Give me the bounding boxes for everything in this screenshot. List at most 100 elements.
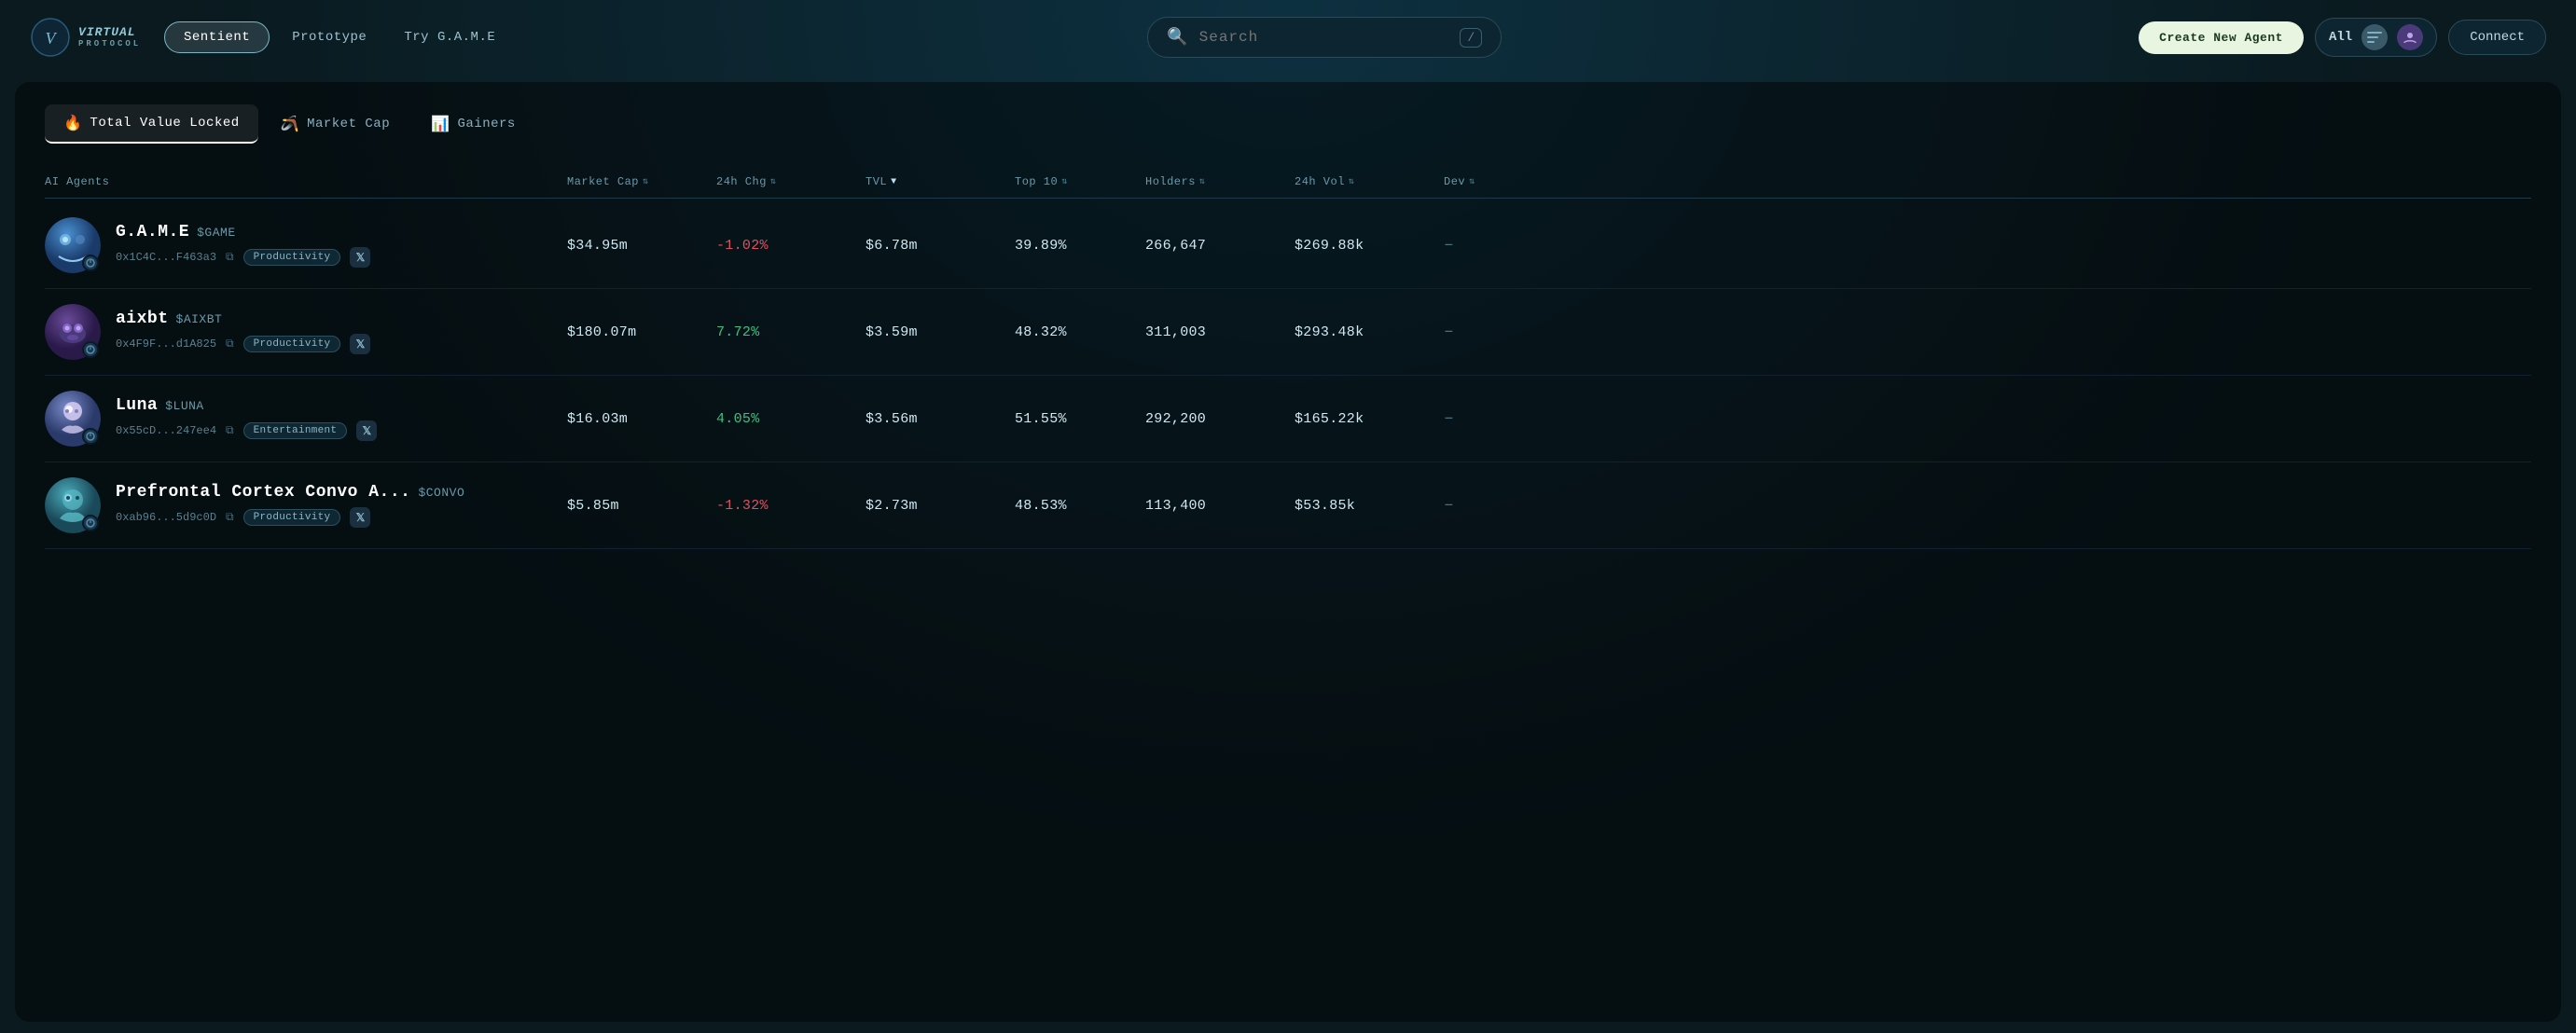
vol-24h-aixbt: $293.48k	[1295, 324, 1444, 340]
twitter-icon-game[interactable]: 𝕏	[350, 247, 370, 268]
create-agent-button[interactable]: Create New Agent	[2139, 21, 2304, 54]
dev-aixbt: –	[1444, 323, 1537, 341]
tabs: 🔥 Total Value Locked 🪃 Market Cap 📊 Gain…	[45, 104, 2531, 144]
logo-text-line2: PROTOCOL	[78, 39, 141, 49]
search-input[interactable]	[1199, 29, 1449, 46]
agent-address-convo: 0xab96...5d9c0D	[116, 511, 216, 524]
col-header-agents: AI Agents	[45, 175, 567, 188]
agent-ticker-aixbt: $AIXBT	[176, 312, 223, 326]
vol-24h-game: $269.88k	[1295, 238, 1444, 254]
tab-gainers[interactable]: 📊 Gainers	[412, 104, 534, 144]
header: V Virtual PROTOCOL Sentient Prototype Tr…	[0, 0, 2576, 75]
tab-tvl[interactable]: 🔥 Total Value Locked	[45, 104, 258, 144]
col-vol24h-label: 24h Vol	[1295, 175, 1345, 188]
col-tvl-label: TVL	[866, 175, 887, 188]
table-row[interactable]: Prefrontal Cortex Convo A... $CONVO 0xab…	[45, 462, 2531, 549]
tab-marketcap[interactable]: 🪃 Market Cap	[262, 104, 409, 144]
holders-aixbt: 311,003	[1145, 324, 1295, 340]
logo-icon: V	[30, 17, 71, 58]
agent-address-game: 0x1C4C...F463a3	[116, 251, 216, 264]
filter-list-icon[interactable]	[2361, 24, 2388, 50]
agent-name-row-game: G.A.M.E $GAME	[116, 223, 370, 241]
change-24h-luna: 4.05%	[716, 411, 866, 427]
agent-tag-aixbt: Productivity	[243, 336, 341, 352]
agent-info-aixbt: aixbt $AIXBT 0x4F9F...d1A825 ⧉ Productiv…	[45, 304, 567, 360]
top10-luna: 51.55%	[1015, 411, 1145, 427]
search-bar: 🔍 /	[1147, 17, 1502, 58]
col-holders-sort-icon: ⇅	[1199, 176, 1206, 187]
agent-address-luna: 0x55cD...247ee4	[116, 424, 216, 437]
agent-name-row-convo: Prefrontal Cortex Convo A... $CONVO	[116, 483, 464, 502]
agent-avatar-wrap-aixbt	[45, 304, 101, 360]
table-row[interactable]: Luna $LUNA 0x55cD...247ee4 ⧉ Entertainme…	[45, 376, 2531, 462]
header-right: Create New Agent All Connect	[2139, 18, 2546, 57]
dev-convo: –	[1444, 496, 1537, 515]
filter-all-label[interactable]: All	[2329, 30, 2352, 45]
change-24h-game: -1.02%	[716, 238, 866, 254]
col-marketcap-label: Market Cap	[567, 175, 639, 188]
twitter-icon-convo[interactable]: 𝕏	[350, 507, 370, 528]
nav: Sentient Prototype Try G.A.M.E	[164, 21, 510, 53]
status-dot-aixbt	[82, 341, 99, 358]
top10-game: 39.89%	[1015, 238, 1145, 254]
col-agents-label: AI Agents	[45, 175, 109, 188]
col-header-holders[interactable]: Holders ⇅	[1145, 175, 1295, 188]
twitter-icon-luna[interactable]: 𝕏	[356, 420, 377, 441]
logo-text-line1: Virtual	[78, 25, 141, 40]
nav-try-game[interactable]: Try G.A.M.E	[389, 22, 510, 52]
agent-info-luna: Luna $LUNA 0x55cD...247ee4 ⧉ Entertainme…	[45, 391, 567, 447]
dev-luna: –	[1444, 409, 1537, 428]
col-dev-label: Dev	[1444, 175, 1465, 188]
copy-icon-aixbt[interactable]: ⧉	[226, 337, 234, 351]
holders-game: 266,647	[1145, 238, 1295, 254]
col-dev-sort-icon: ⇅	[1469, 176, 1475, 187]
tab-gainers-label: Gainers	[458, 117, 516, 131]
agent-avatar-wrap-game	[45, 217, 101, 273]
col-header-marketcap[interactable]: Market Cap ⇅	[567, 175, 716, 188]
tvl-aixbt: $3.59m	[866, 324, 1015, 340]
col-vol24h-sort-icon: ⇅	[1349, 176, 1355, 187]
connect-button[interactable]: Connect	[2448, 20, 2546, 55]
logo: V Virtual PROTOCOL	[30, 17, 142, 58]
table-row[interactable]: G.A.M.E $GAME 0x1C4C...F463a3 ⧉ Producti…	[45, 202, 2531, 289]
main-content: 🔥 Total Value Locked 🪃 Market Cap 📊 Gain…	[15, 82, 2561, 1022]
change-24h-aixbt: 7.72%	[716, 324, 866, 340]
nav-sentient[interactable]: Sentient	[164, 21, 270, 53]
nav-prototype[interactable]: Prototype	[277, 22, 381, 52]
status-dot-convo	[82, 515, 99, 531]
copy-icon-convo[interactable]: ⧉	[226, 511, 234, 524]
copy-icon-luna[interactable]: ⧉	[226, 424, 234, 437]
agent-info-convo: Prefrontal Cortex Convo A... $CONVO 0xab…	[45, 477, 567, 533]
agent-info-game: G.A.M.E $GAME 0x1C4C...F463a3 ⧉ Producti…	[45, 217, 567, 273]
table-body: G.A.M.E $GAME 0x1C4C...F463a3 ⧉ Producti…	[45, 202, 2531, 549]
col-header-vol24h[interactable]: 24h Vol ⇅	[1295, 175, 1444, 188]
agent-name-convo: Prefrontal Cortex Convo A...	[116, 483, 410, 502]
market-cap-game: $34.95m	[567, 238, 716, 254]
filter-avatar-icon[interactable]	[2397, 24, 2423, 50]
agent-avatar-wrap-convo	[45, 477, 101, 533]
col-header-tvl[interactable]: TVL ▼	[866, 175, 1015, 188]
col-change24h-sort-icon: ⇅	[770, 176, 777, 187]
agent-meta-row-convo: 0xab96...5d9c0D ⧉ Productivity 𝕏	[116, 507, 464, 528]
agent-avatar-wrap-luna	[45, 391, 101, 447]
copy-icon-game[interactable]: ⧉	[226, 251, 234, 264]
agent-ticker-convo: $CONVO	[418, 486, 464, 500]
col-header-change24h[interactable]: 24h Chg ⇅	[716, 175, 866, 188]
col-header-dev[interactable]: Dev ⇅	[1444, 175, 1537, 188]
status-dot-luna	[82, 428, 99, 445]
table-row[interactable]: aixbt $AIXBT 0x4F9F...d1A825 ⧉ Productiv…	[45, 289, 2531, 376]
agent-tag-convo: Productivity	[243, 509, 341, 526]
agent-name-luna: Luna	[116, 396, 158, 415]
col-header-top10[interactable]: Top 10 ⇅	[1015, 175, 1145, 188]
agent-details-aixbt: aixbt $AIXBT 0x4F9F...d1A825 ⧉ Productiv…	[116, 310, 370, 354]
tab-gainers-icon: 📊	[431, 115, 450, 133]
holders-convo: 113,400	[1145, 498, 1295, 514]
agent-meta-row-luna: 0x55cD...247ee4 ⧉ Entertainment 𝕏	[116, 420, 377, 441]
col-holders-label: Holders	[1145, 175, 1196, 188]
agent-meta-row-aixbt: 0x4F9F...d1A825 ⧉ Productivity 𝕏	[116, 334, 370, 354]
twitter-icon-aixbt[interactable]: 𝕏	[350, 334, 370, 354]
tab-tvl-icon: 🔥	[63, 114, 82, 132]
tab-marketcap-icon: 🪃	[281, 115, 299, 133]
top10-convo: 48.53%	[1015, 498, 1145, 514]
agent-tag-game: Productivity	[243, 249, 341, 266]
